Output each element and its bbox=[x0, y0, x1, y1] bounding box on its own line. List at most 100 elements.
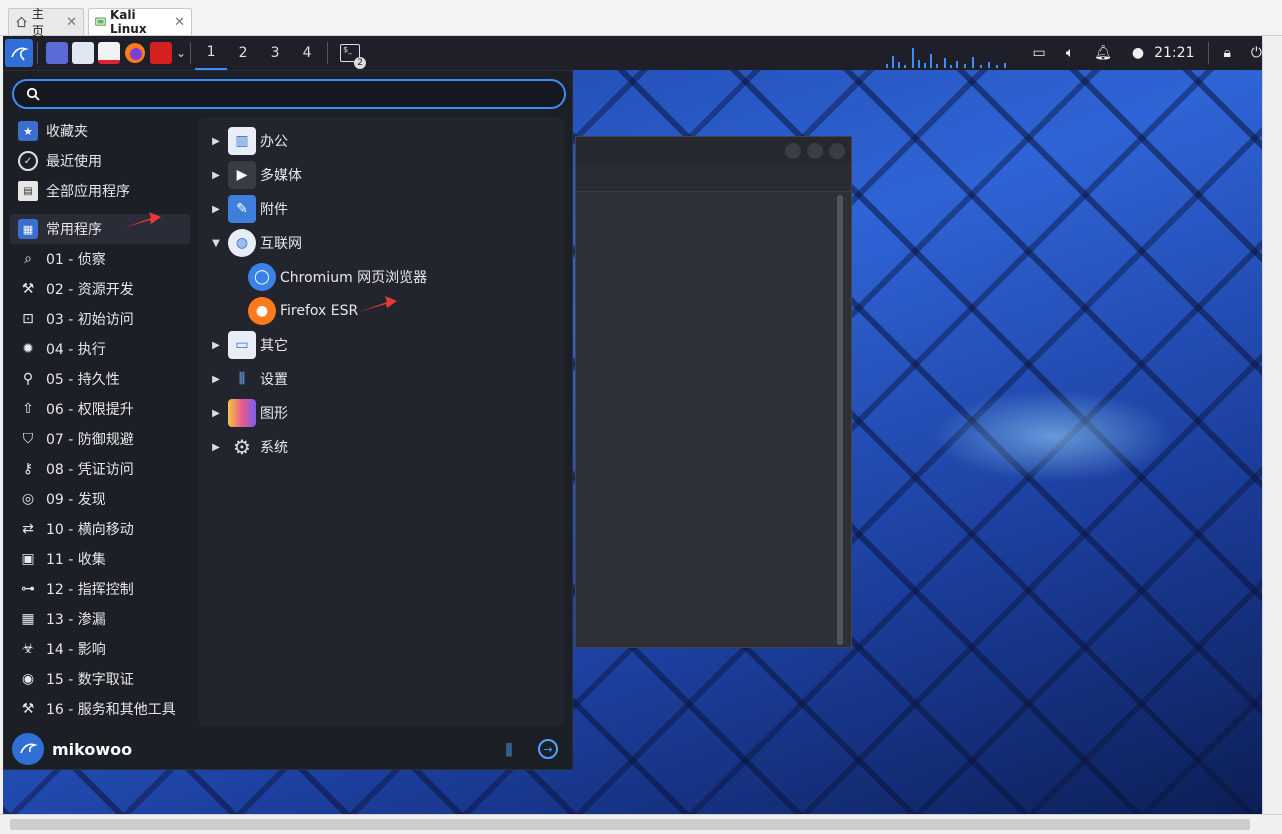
category-recent[interactable]: ✓ 最近使用 bbox=[10, 146, 190, 176]
app-label: 互联网 bbox=[260, 236, 302, 252]
category-label: 04 - 执行 bbox=[46, 342, 106, 358]
app-group-system[interactable]: ▶ ⚙ 系统 bbox=[198, 431, 288, 463]
accessories-icon: ✎ bbox=[228, 195, 256, 223]
terminal-window-button[interactable]: $_ 2 bbox=[336, 39, 367, 69]
maximize-button[interactable] bbox=[807, 143, 823, 159]
minimize-button[interactable] bbox=[785, 143, 801, 159]
expand-arrow-icon[interactable]: ▶ bbox=[208, 136, 224, 147]
app-firefox-esr[interactable]: ● Firefox ESR bbox=[244, 295, 358, 327]
explosion-icon: ✹ bbox=[22, 341, 34, 357]
category-07[interactable]: ⛉ 07 - 防御规避 bbox=[10, 424, 190, 454]
app-group-office[interactable]: ▶ ▥ 办公 bbox=[198, 125, 288, 157]
file-manager-button[interactable] bbox=[72, 39, 94, 67]
category-list: ★ 收藏夹 ✓ 最近使用 ▤ 全部应用程序 ▦ 常用程序 ⌕ 01 - 侦察 ⚒ 02 - … bbox=[10, 116, 190, 724]
category-13[interactable]: ▦ 13 - 渗漏 bbox=[10, 604, 190, 634]
search-input[interactable] bbox=[48, 86, 564, 102]
app-group-graphics[interactable]: ▶ 图形 bbox=[198, 397, 288, 429]
category-label: 14 - 影响 bbox=[46, 642, 106, 658]
category-14[interactable]: ☣ 14 - 影响 bbox=[10, 634, 190, 664]
firefox-icon bbox=[125, 43, 145, 63]
host-vertical-scrollbar[interactable] bbox=[1262, 36, 1282, 814]
kali-dragon-icon bbox=[20, 743, 38, 754]
app-group-multimedia[interactable]: ▶ ▶ 多媒体 bbox=[198, 159, 302, 191]
text-editor-button[interactable] bbox=[98, 39, 120, 67]
category-15[interactable]: ◉ 15 - 数字取证 bbox=[10, 664, 190, 694]
category-label: 11 - 收集 bbox=[46, 552, 106, 568]
scroll-thumb[interactable] bbox=[10, 819, 1250, 830]
category-label: 13 - 渗漏 bbox=[46, 612, 106, 628]
app-label: Firefox ESR bbox=[280, 303, 359, 319]
kali-menu-button[interactable] bbox=[5, 39, 33, 67]
clock[interactable]: 21:21 bbox=[1154, 45, 1194, 61]
app-chromium[interactable]: ◯ Chromium 网页浏览器 bbox=[244, 261, 427, 293]
firefox-button[interactable] bbox=[124, 39, 146, 67]
window-scrollbar[interactable] bbox=[837, 195, 843, 645]
archive-icon: ▣ bbox=[21, 551, 35, 567]
category-label: 最近使用 bbox=[46, 154, 102, 170]
show-desktop-button[interactable] bbox=[46, 39, 68, 67]
background-window bbox=[575, 136, 852, 648]
category-16[interactable]: ⚒ 16 - 服务和其他工具 bbox=[10, 694, 190, 724]
category-09[interactable]: ◎ 09 - 发现 bbox=[10, 484, 190, 514]
app-label: 多媒体 bbox=[260, 168, 302, 184]
close-button[interactable] bbox=[829, 143, 845, 159]
panel-separator bbox=[1208, 42, 1210, 64]
app-group-accessories[interactable]: ▶ ✎ 附件 bbox=[198, 193, 288, 225]
expand-arrow-icon[interactable]: ▶ bbox=[208, 170, 224, 181]
host-tab-home[interactable]: 主页 ✕ bbox=[8, 7, 84, 38]
category-04[interactable]: ✹ 04 - 执行 bbox=[10, 334, 190, 364]
category-all-apps[interactable]: ▤ 全部应用程序 bbox=[10, 176, 190, 206]
app-group-settings[interactable]: ▶ ⫼ 设置 bbox=[198, 363, 288, 395]
power-icon[interactable]: ⏻ bbox=[1251, 45, 1262, 61]
window-content bbox=[576, 191, 851, 647]
menu-search[interactable] bbox=[12, 79, 566, 109]
panel-separator bbox=[37, 42, 38, 64]
expand-arrow-icon[interactable]: ▶ bbox=[208, 408, 224, 419]
settings-sliders-icon[interactable]: ⫼ bbox=[498, 739, 520, 761]
app-group-internet[interactable]: ▼ ◍ 互联网 bbox=[198, 227, 302, 259]
panel-separator bbox=[327, 42, 329, 64]
category-01[interactable]: ⌕ 01 - 侦察 bbox=[10, 244, 190, 274]
expand-arrow-icon[interactable]: ▶ bbox=[208, 374, 224, 385]
notification-bell-icon[interactable]: 🔔︎ bbox=[1094, 45, 1112, 61]
other-icon: ▭ bbox=[228, 331, 256, 359]
app-label: 设置 bbox=[260, 372, 288, 388]
expand-arrow-icon[interactable]: ▶ bbox=[208, 340, 224, 351]
workspace-4[interactable]: 4 bbox=[291, 36, 323, 70]
category-08[interactable]: ⚷ 08 - 凭证访问 bbox=[10, 454, 190, 484]
workspace-1[interactable]: 1 bbox=[195, 36, 228, 70]
user-info[interactable]: mikowoo bbox=[12, 733, 132, 765]
category-label: 08 - 凭证访问 bbox=[46, 462, 134, 478]
category-common[interactable]: ▦ 常用程序 bbox=[10, 214, 190, 244]
system-tray: ▭ 🔈︎ 🔔︎ ● 21:21 🔒︎ ⏻ bbox=[884, 36, 1262, 70]
network-monitor-graph[interactable] bbox=[884, 38, 1014, 68]
host-tab-bar: 主页 ✕ Kali Linux ✕ bbox=[0, 0, 1282, 38]
category-03[interactable]: ⊡ 03 - 初始访问 bbox=[10, 304, 190, 334]
host-tab-kali[interactable]: Kali Linux ✕ bbox=[88, 8, 192, 36]
volume-icon[interactable]: 🔈︎ bbox=[1066, 45, 1074, 61]
workspace-3[interactable]: 3 bbox=[259, 36, 291, 70]
category-06[interactable]: ⇧ 06 - 权限提升 bbox=[10, 394, 190, 424]
host-horizontal-scrollbar[interactable] bbox=[0, 814, 1282, 834]
chevron-down-icon[interactable]: ⌄ bbox=[176, 39, 186, 67]
category-02[interactable]: ⚒ 02 - 资源开发 bbox=[10, 274, 190, 304]
expand-arrow-icon[interactable]: ▶ bbox=[208, 442, 224, 453]
app-group-other[interactable]: ▶ ▭ 其它 bbox=[198, 329, 288, 361]
logout-icon[interactable]: → bbox=[538, 739, 558, 759]
close-icon[interactable]: ✕ bbox=[66, 15, 77, 30]
vm-icon bbox=[95, 17, 106, 26]
collapse-arrow-icon[interactable]: ▼ bbox=[208, 238, 224, 249]
terminal-root-button[interactable] bbox=[150, 39, 172, 67]
category-12[interactable]: ⊶ 12 - 指挥控制 bbox=[10, 574, 190, 604]
lock-icon[interactable]: 🔒︎ bbox=[1223, 45, 1230, 61]
category-label: 收藏夹 bbox=[46, 124, 88, 140]
workspace-2[interactable]: 2 bbox=[227, 36, 259, 70]
close-icon[interactable]: ✕ bbox=[174, 15, 185, 30]
display-icon[interactable]: ▭ bbox=[1032, 45, 1045, 61]
power-manager-icon[interactable]: ● bbox=[1132, 45, 1144, 61]
category-05[interactable]: ⚲ 05 - 持久性 bbox=[10, 364, 190, 394]
category-11[interactable]: ▣ 11 - 收集 bbox=[10, 544, 190, 574]
category-10[interactable]: ⇄ 10 - 横向移动 bbox=[10, 514, 190, 544]
expand-arrow-icon[interactable]: ▶ bbox=[208, 204, 224, 215]
category-favorites[interactable]: ★ 收藏夹 bbox=[10, 116, 190, 146]
